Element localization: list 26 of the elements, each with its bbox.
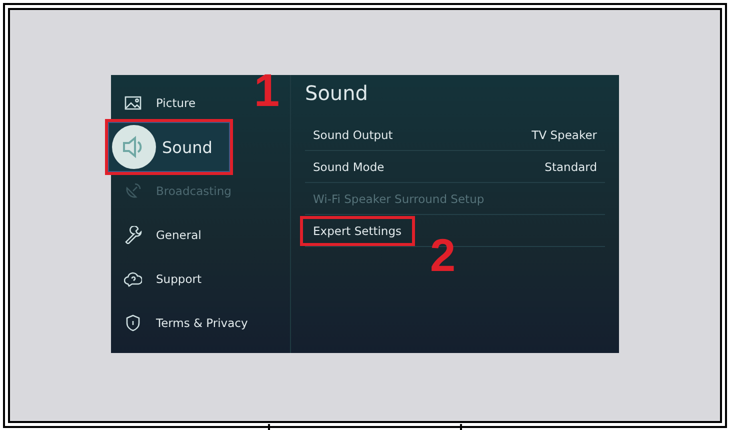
wrench-icon bbox=[124, 226, 142, 244]
shield-icon bbox=[124, 314, 142, 332]
image-icon bbox=[124, 94, 142, 112]
sidebar-label: Support bbox=[156, 272, 202, 286]
sidebar-label: General bbox=[156, 228, 202, 242]
satellite-dish-icon bbox=[124, 182, 142, 200]
row-label: Sound Mode bbox=[313, 160, 384, 174]
settings-row[interactable]: Sound Output TV Speaker bbox=[305, 119, 605, 151]
sidebar-label: Broadcasting bbox=[156, 184, 232, 198]
sidebar-label: Sound bbox=[162, 138, 212, 156]
sidebar-label: Picture bbox=[156, 96, 196, 110]
sidebar-item[interactable]: Picture bbox=[114, 94, 196, 112]
step-number: 1 bbox=[254, 67, 280, 113]
row-label: Wi-Fi Speaker Surround Setup bbox=[313, 192, 484, 206]
sidebar-label: Terms & Privacy bbox=[156, 316, 248, 330]
row-value: TV Speaker bbox=[532, 128, 597, 142]
sidebar-item[interactable]: Terms & Privacy bbox=[114, 314, 248, 332]
sidebar-item[interactable]: Sound bbox=[108, 122, 230, 172]
row-label: Sound Output bbox=[313, 128, 393, 142]
sidebar-item[interactable]: General bbox=[114, 226, 202, 244]
cloud-question-icon bbox=[124, 270, 142, 288]
row-label: Expert Settings bbox=[313, 224, 402, 238]
sidebar-item[interactable]: Support bbox=[114, 270, 202, 288]
panel-title: Sound bbox=[305, 81, 369, 107]
settings-row[interactable]: Sound Mode Standard bbox=[305, 151, 605, 183]
row-value: Standard bbox=[544, 160, 597, 174]
